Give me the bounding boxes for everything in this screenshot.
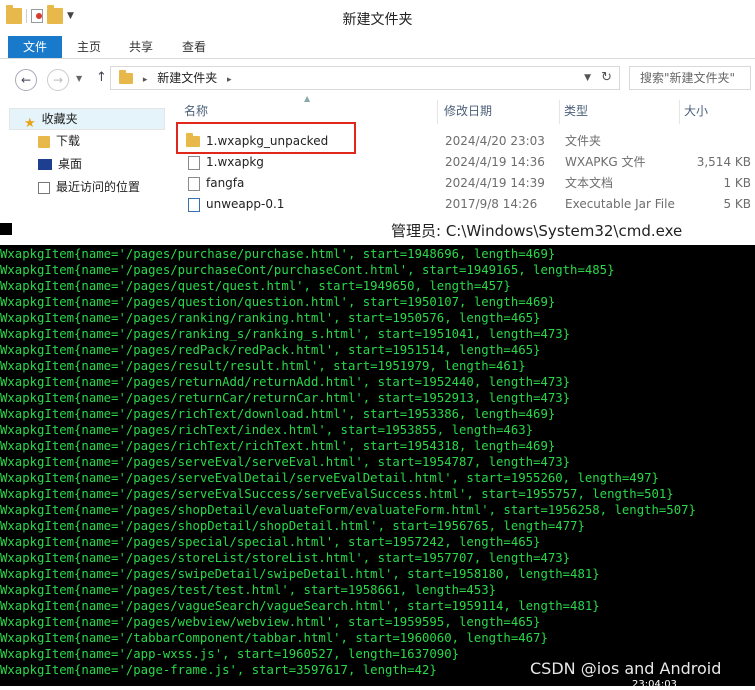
- file-date: 2024/4/19 14:39: [445, 176, 545, 190]
- file-date: 2024/4/20 23:03: [445, 134, 545, 148]
- watermark: CSDN @ios and Android: [530, 659, 722, 678]
- cmd-output[interactable]: WxapkgItem{name='/pages/purchase/purchas…: [0, 246, 755, 686]
- cmd-icon: [0, 223, 12, 235]
- recent-locations-chevron-icon[interactable]: ▼: [76, 74, 82, 83]
- up-arrow-icon[interactable]: ↑: [96, 70, 107, 85]
- tab-view[interactable]: 查看: [171, 36, 217, 58]
- column-header-size[interactable]: 大小: [680, 100, 755, 124]
- console-line: WxapkgItem{name='/pages/quest/quest.html…: [0, 279, 511, 293]
- console-line: WxapkgItem{name='/pages/question/questio…: [0, 295, 556, 309]
- window-title: 新建文件夹: [342, 12, 413, 28]
- console-line: WxapkgItem{name='/app-wxss.js', start=19…: [0, 647, 460, 661]
- search-input[interactable]: 搜索"新建文件夹": [629, 66, 751, 90]
- nav-item-label: 下载: [56, 134, 81, 148]
- console-line: WxapkgItem{name='/pages/richText/richTex…: [0, 439, 556, 453]
- tab-share[interactable]: 共享: [118, 36, 164, 58]
- column-header-date[interactable]: 修改日期: [440, 100, 560, 124]
- file-type: 文本文档: [565, 176, 614, 190]
- console-line: WxapkgItem{name='/pages/purchase/purchas…: [0, 247, 556, 261]
- desktop-icon: [38, 159, 52, 170]
- console-line: WxapkgItem{name='/pages/serveEvalSuccess…: [0, 487, 674, 501]
- console-line: WxapkgItem{name='/tabbarComponent/tabbar…: [0, 631, 548, 645]
- nav-item-desktop[interactable]: 桌面: [38, 154, 82, 174]
- file-date: 2024/4/19 14:36: [445, 155, 545, 169]
- breadcrumb-separator-icon[interactable]: ▸: [143, 75, 148, 85]
- console-line: WxapkgItem{name='/pages/returnAdd/return…: [0, 375, 571, 389]
- console-line: WxapkgItem{name='/pages/purchaseCont/pur…: [0, 263, 615, 277]
- breadcrumb-folder[interactable]: 新建文件夹: [157, 71, 217, 85]
- file-name: 1.wxapkg: [206, 155, 264, 169]
- download-icon: [38, 135, 50, 148]
- console-line: WxapkgItem{name='/pages/returnCar/return…: [0, 391, 571, 405]
- file-size: 3,514 KB: [696, 155, 751, 169]
- console-line: WxapkgItem{name='/pages/redPack/redPack.…: [0, 343, 541, 357]
- tab-file[interactable]: 文件: [8, 36, 62, 58]
- cmd-titlebar: 管理员: C:\Windows\System32\cmd.exe: [0, 213, 755, 245]
- nav-item-favorites[interactable]: ★ 收藏夹: [9, 108, 165, 131]
- console-line: WxapkgItem{name='/pages/storeList/storeL…: [0, 551, 571, 565]
- console-line: WxapkgItem{name='/pages/ranking_s/rankin…: [0, 327, 571, 341]
- recent-places-icon: [38, 181, 50, 194]
- file-list: 名称 ▲ 修改日期 类型 大小 1.wxapkg_unpacked 2024/4…: [180, 94, 755, 213]
- column-header-type[interactable]: 类型: [560, 100, 680, 124]
- cmd-title: 管理员: C:\Windows\System32\cmd.exe: [391, 222, 683, 240]
- navigation-bar: ← → ▼ ↑ ▸ 新建文件夹 ▸ ▼ ↻ 搜索"新建文件夹": [0, 59, 755, 99]
- console-line: WxapkgItem{name='/pages/vagueSearch/vagu…: [0, 599, 600, 613]
- refresh-icon[interactable]: ↻: [601, 67, 612, 89]
- star-icon: ★: [24, 115, 36, 131]
- console-line: WxapkgItem{name='/pages/result/result.ht…: [0, 359, 526, 373]
- address-dropdown-icon[interactable]: ▼: [584, 67, 591, 89]
- folder-icon: [119, 70, 133, 84]
- file-name: unweapp-0.1: [206, 197, 285, 211]
- console-line: WxapkgItem{name='/pages/ranking/ranking.…: [0, 311, 541, 325]
- console-line: WxapkgItem{name='/page-frame.js', start=…: [0, 663, 437, 677]
- console-line: WxapkgItem{name='/pages/serveEval/serveE…: [0, 455, 571, 469]
- console-line: WxapkgItem{name='/pages/shopDetail/shopD…: [0, 519, 585, 533]
- console-line: WxapkgItem{name='/pages/richText/index.h…: [0, 423, 534, 437]
- tab-home[interactable]: 主页: [66, 36, 112, 58]
- console-line: WxapkgItem{name='/pages/swipeDetail/swip…: [0, 567, 600, 581]
- breadcrumb-separator-icon[interactable]: ▸: [227, 75, 232, 85]
- column-header-name[interactable]: 名称: [180, 100, 438, 124]
- console-line: WxapkgItem{name='/pages/test/test.html',…: [0, 583, 497, 597]
- file-row[interactable]: fangfa 2024/4/19 14:39 文本文档 1 KB: [180, 173, 755, 194]
- cmd-window: 管理员: C:\Windows\System32\cmd.exe WxapkgI…: [0, 213, 755, 686]
- jar-file-icon: [188, 197, 200, 212]
- file-type: WXAPKG 文件: [565, 155, 646, 169]
- nav-item-label: 桌面: [58, 157, 83, 171]
- file-size: 5 KB: [723, 197, 751, 211]
- navigation-pane: ★ 收藏夹 下载 桌面 最近访问的位置: [0, 100, 166, 213]
- address-bar[interactable]: ▸ 新建文件夹 ▸ ▼ ↻: [110, 66, 620, 90]
- file-size: 1 KB: [723, 176, 751, 190]
- back-arrow-icon[interactable]: ←: [15, 69, 37, 91]
- highlight-annotation: [176, 122, 356, 154]
- nav-item-label: 最近访问的位置: [56, 180, 141, 194]
- explorer-window: ▼ 新建文件夹 文件 主页 共享 查看 ← → ▼ ↑ ▸ 新建文件夹 ▸ ▼ …: [0, 0, 755, 213]
- file-date: 2017/9/8 14:26: [445, 197, 538, 211]
- file-row[interactable]: unweapp-0.1 2017/9/8 14:26 Executable Ja…: [180, 194, 755, 213]
- console-line: WxapkgItem{name='/pages/shopDetail/evalu…: [0, 503, 696, 517]
- file-type: 文件夹: [565, 134, 602, 148]
- taskbar-clock: 23:04:03: [632, 679, 677, 690]
- console-line: WxapkgItem{name='/pages/webview/webview.…: [0, 615, 541, 629]
- forward-arrow-icon[interactable]: →: [47, 69, 69, 91]
- file-type: Executable Jar File: [565, 197, 675, 211]
- text-file-icon: [188, 176, 200, 191]
- nav-item-recent[interactable]: 最近访问的位置: [38, 177, 140, 197]
- console-line: WxapkgItem{name='/pages/special/special.…: [0, 535, 541, 549]
- ribbon-tabs: 文件 主页 共享 查看: [0, 36, 755, 59]
- console-line: WxapkgItem{name='/pages/richText/downloa…: [0, 407, 556, 421]
- nav-item-label: 收藏夹: [41, 112, 78, 126]
- console-line: WxapkgItem{name='/pages/serveEvalDetail/…: [0, 471, 659, 485]
- sort-up-icon: ▲: [304, 94, 311, 103]
- file-row[interactable]: 1.wxapkg 2024/4/19 14:36 WXAPKG 文件 3,514…: [180, 152, 755, 173]
- file-icon: [188, 155, 200, 170]
- explorer-titlebar: ▼ 新建文件夹: [0, 0, 755, 36]
- nav-item-downloads[interactable]: 下载: [38, 131, 80, 151]
- file-name: fangfa: [206, 176, 245, 190]
